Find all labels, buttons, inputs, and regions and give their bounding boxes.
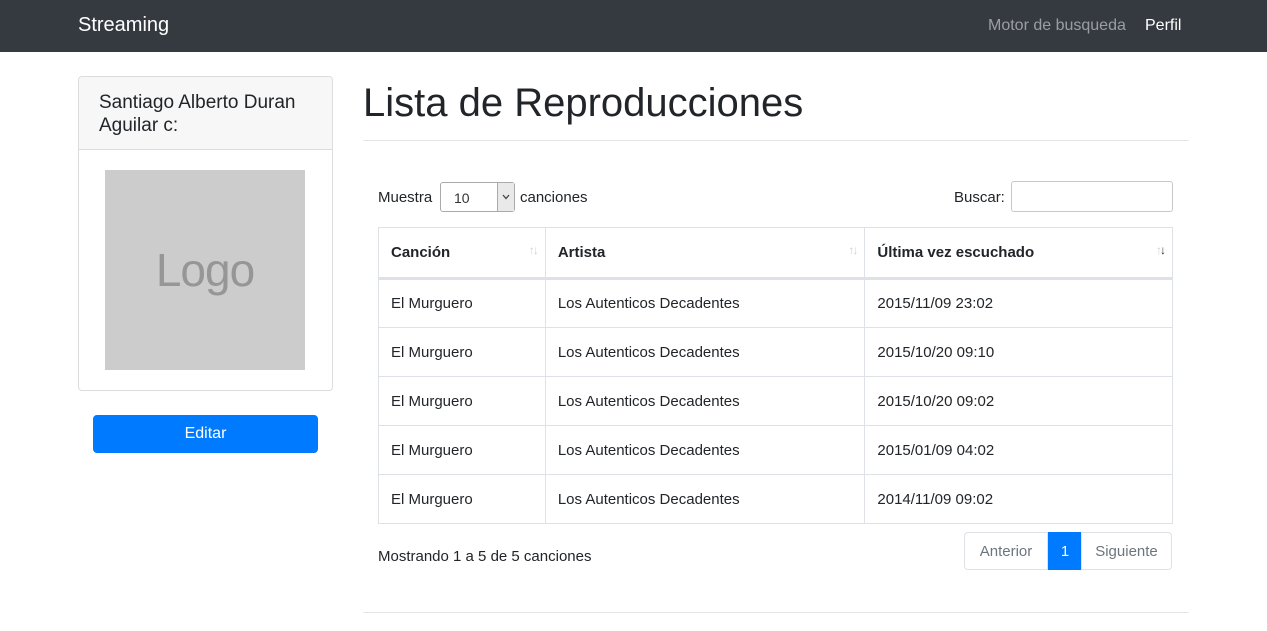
page-length-value: 10 xyxy=(454,190,470,206)
cell-artist: Los Autenticos Decadentes xyxy=(544,278,866,328)
footer-divider xyxy=(363,612,1189,613)
cell-last-played: 2015/01/09 04:02 xyxy=(864,425,1173,475)
cell-song: El Murguero xyxy=(378,327,546,377)
edit-profile-button[interactable]: Editar xyxy=(93,415,318,453)
pagination-next-button[interactable]: Siguiente xyxy=(1081,532,1172,570)
table-row: El Murguero Los Autenticos Decadentes 20… xyxy=(378,425,1173,475)
navbar-brand[interactable]: Streaming xyxy=(78,13,169,37)
length-label-suffix: canciones xyxy=(520,189,588,206)
nav-link-search-engine[interactable]: Motor de busqueda xyxy=(988,16,1126,36)
table-header-row: Canción ↑↓ Artista ↑↓ Última vez escucha… xyxy=(378,227,1173,280)
sort-icon: ↑↓ xyxy=(528,243,539,257)
column-header-label: Artista xyxy=(557,244,606,261)
cell-last-played: 2015/10/20 09:10 xyxy=(864,327,1173,377)
logo-placeholder-text: Logo xyxy=(155,244,255,296)
search-label: Buscar: xyxy=(954,189,1005,206)
pagination: Anterior 1 Siguiente xyxy=(964,532,1172,570)
table-info: Mostrando 1 a 5 de 5 canciones xyxy=(378,548,592,565)
table-row: El Murguero Los Autenticos Decadentes 20… xyxy=(378,278,1173,328)
chevron-down-icon[interactable] xyxy=(497,183,514,211)
column-header-artist[interactable]: Artista ↑↓ xyxy=(544,227,866,280)
nav-link-profile[interactable]: Perfil xyxy=(1145,16,1181,36)
title-divider xyxy=(363,140,1189,141)
cell-song: El Murguero xyxy=(378,376,546,426)
page-length-select[interactable]: 10 xyxy=(440,182,515,212)
column-header-song[interactable]: Canción ↑↓ xyxy=(378,227,546,280)
cell-artist: Los Autenticos Decadentes xyxy=(544,474,866,524)
cell-last-played: 2014/11/09 09:02 xyxy=(864,474,1173,524)
pagination-previous-button[interactable]: Anterior xyxy=(964,532,1048,570)
profile-logo-placeholder: Logo xyxy=(105,170,305,370)
sort-descending-icon: ↑↓ xyxy=(1156,243,1166,257)
cell-artist: Los Autenticos Decadentes xyxy=(544,327,866,377)
cell-artist: Los Autenticos Decadentes xyxy=(544,376,866,426)
playlist-table: Canción ↑↓ Artista ↑↓ Última vez escucha… xyxy=(378,227,1173,524)
column-header-label: Canción xyxy=(391,244,451,261)
search-input[interactable] xyxy=(1011,181,1173,212)
pagination-page-1[interactable]: 1 xyxy=(1048,532,1082,570)
top-navbar: Streaming Motor de busqueda Perfil xyxy=(0,0,1267,52)
page-title: Lista de Reproducciones xyxy=(363,81,804,125)
cell-song: El Murguero xyxy=(378,278,546,328)
profile-name: Santiago Alberto Duran Aguilar c: xyxy=(79,77,332,150)
cell-artist: Los Autenticos Decadentes xyxy=(544,425,866,475)
cell-last-played: 2015/10/20 09:02 xyxy=(864,376,1173,426)
sort-icon: ↑↓ xyxy=(848,243,858,257)
cell-song: El Murguero xyxy=(378,425,546,475)
length-label-prefix: Muestra xyxy=(378,189,433,206)
cell-last-played: 2015/11/09 23:02 xyxy=(864,278,1173,328)
table-row: El Murguero Los Autenticos Decadentes 20… xyxy=(378,474,1173,524)
cell-song: El Murguero xyxy=(378,474,546,524)
column-header-label: Última vez escuchado xyxy=(877,244,1035,261)
table-row: El Murguero Los Autenticos Decadentes 20… xyxy=(378,327,1173,377)
column-header-last-played[interactable]: Última vez escuchado ↑↓ xyxy=(864,227,1173,280)
table-row: El Murguero Los Autenticos Decadentes 20… xyxy=(378,376,1173,426)
profile-card: Santiago Alberto Duran Aguilar c: Logo xyxy=(78,76,333,391)
